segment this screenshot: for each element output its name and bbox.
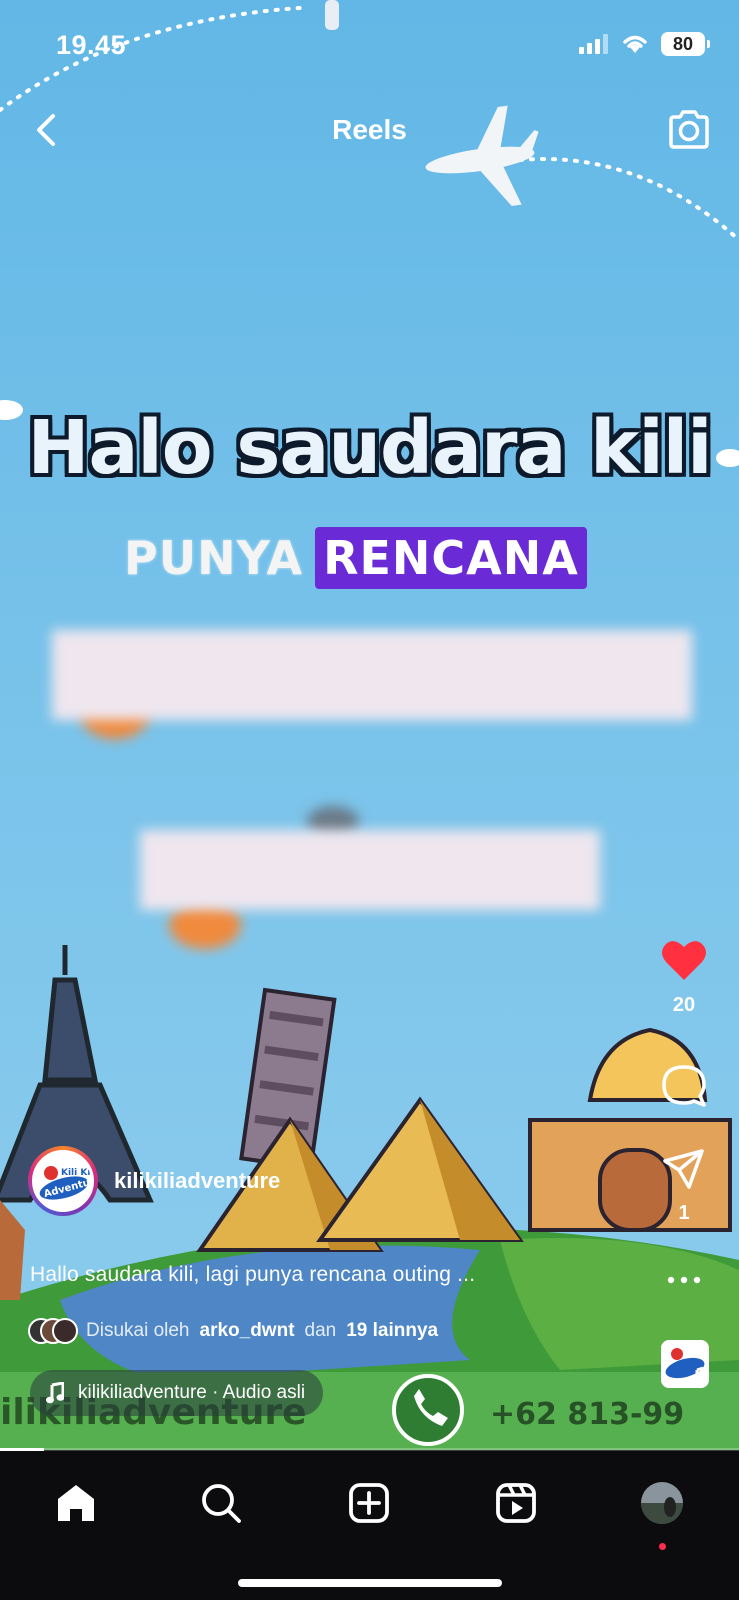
- home-indicator: [238, 1579, 502, 1587]
- nav-reels[interactable]: [486, 1473, 546, 1533]
- profile-avatar-icon: [641, 1482, 683, 1524]
- blurred-caption-box: [140, 830, 600, 910]
- reels-icon: [496, 1483, 536, 1523]
- subtitle-plain: PUNYA: [124, 531, 304, 585]
- liked-by-prefix: Disukai oleh: [86, 1320, 190, 1341]
- audio-label: kilikiliadventure · Audio asli: [78, 1382, 306, 1403]
- liked-by-user[interactable]: arko_dwnt: [200, 1320, 295, 1342]
- post-caption[interactable]: Hallo saudara kili, lagi punya rencana o…: [30, 1263, 475, 1287]
- bottom-nav: [0, 1451, 739, 1600]
- video-subtitle: PUNYA RENCANA: [124, 527, 587, 589]
- status-time: 19.45: [56, 30, 127, 60]
- nav-create[interactable]: [339, 1473, 399, 1533]
- post-author: Kili Kili Adventure kilikiliadventure: [28, 1146, 280, 1216]
- profile-notification-dot: [659, 1543, 666, 1550]
- audio-pill[interactable]: kilikiliadventure · Audio asli: [30, 1370, 324, 1416]
- avatar-image: Kili Kili Adventure: [32, 1150, 94, 1212]
- subtitle-highlight: RENCANA: [315, 527, 587, 589]
- heart-icon[interactable]: [660, 938, 708, 982]
- nav-search[interactable]: [191, 1473, 251, 1533]
- blurred-caption-box: [52, 630, 692, 720]
- liker-avatars: [28, 1318, 78, 1344]
- comment-icon[interactable]: [660, 1063, 708, 1111]
- avatar[interactable]: Kili Kili Adventure: [28, 1146, 98, 1216]
- nav-profile[interactable]: [632, 1473, 692, 1533]
- more-icon[interactable]: [667, 1275, 701, 1285]
- liked-by[interactable]: Disukai oleh arko_dwnt dan 19 lainnya: [28, 1318, 438, 1344]
- more-action: [629, 1275, 739, 1285]
- plane-small: [325, 0, 339, 30]
- username[interactable]: kilikiliadventure: [114, 1168, 280, 1194]
- liked-by-others[interactable]: 19 lainnya: [346, 1320, 438, 1342]
- reel-actions: 20 1: [629, 0, 739, 1450]
- signal-icon: [579, 34, 608, 54]
- liker-avatar: [52, 1318, 78, 1344]
- reels-screen: ilikiliadventure +62 813-99 Halo saudara…: [0, 0, 739, 1600]
- share-count: 1: [678, 1202, 690, 1224]
- home-icon: [58, 1485, 94, 1521]
- audio-logo-thumb: [663, 1342, 707, 1386]
- share-action: 1: [629, 1148, 739, 1225]
- music-note-icon: [46, 1382, 64, 1404]
- comment-action: [629, 1063, 739, 1111]
- search-icon: [202, 1484, 241, 1523]
- liked-by-joiner: dan: [304, 1320, 337, 1341]
- like-count: 20: [672, 994, 696, 1016]
- audio-thumbnail[interactable]: [661, 1340, 709, 1388]
- send-icon[interactable]: [662, 1148, 706, 1190]
- brand-logo: Kili Kili Adventure: [35, 1153, 91, 1209]
- like-action: 20: [629, 938, 739, 1017]
- nav-home[interactable]: [46, 1473, 106, 1533]
- create-icon: [349, 1483, 389, 1523]
